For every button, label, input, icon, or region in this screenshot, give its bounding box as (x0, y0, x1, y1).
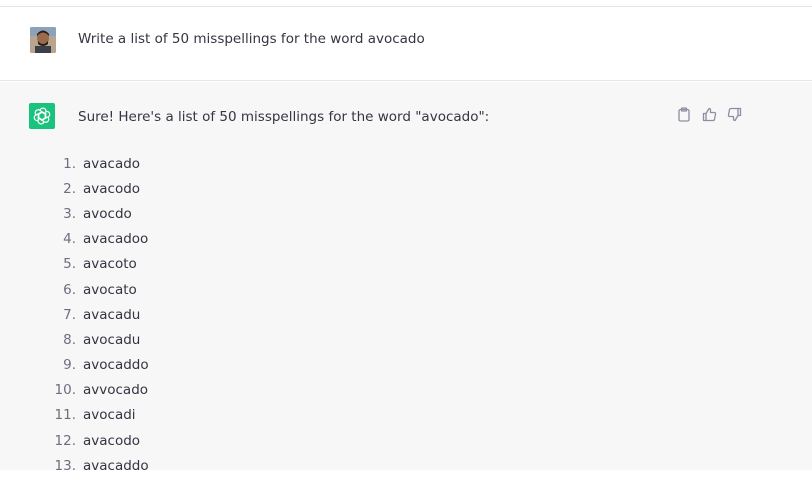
user-message: Write a list of 50 misspellings for the … (0, 8, 812, 81)
list-item-text: avacaddo (83, 457, 149, 474)
list-item: 9. avocaddo (50, 353, 149, 378)
user-avatar (30, 27, 56, 53)
list-item-number: 11. (54, 407, 76, 424)
assistant-message: Sure! Here's a list of 50 misspellings f… (0, 82, 812, 474)
list-item: 11. avocadi (50, 403, 149, 428)
list-item: 7. avacadu (50, 302, 149, 327)
clipboard-icon[interactable] (676, 106, 692, 122)
list-item-number: 4. (63, 231, 76, 248)
list-item-number: 1. (63, 155, 76, 172)
list-item-number: 9. (63, 357, 76, 374)
chatgpt-logo-icon (29, 103, 55, 129)
assistant-intro-text: Sure! Here's a list of 50 misspellings f… (78, 109, 490, 125)
list-item-text: avocato (83, 281, 137, 298)
list-item-number: 7. (63, 306, 76, 323)
list-item-text: avvocado (83, 382, 149, 399)
user-message-text: Write a list of 50 misspellings for the … (78, 31, 425, 47)
list-item-number: 3. (63, 205, 76, 222)
list-item-text: avacadu (83, 306, 141, 323)
list-item-text: avocadu (83, 331, 141, 348)
list-item-text: avacado (83, 155, 141, 172)
list-item: 2. avacodo (50, 176, 149, 201)
list-item-text: avacadoo (83, 231, 149, 248)
list-item-text: avacoto (83, 256, 137, 273)
list-item: 4. avacadoo (50, 227, 149, 252)
list-item: 3. avocdo (50, 201, 149, 226)
list-item-number: 6. (63, 281, 76, 298)
misspellings-list: 1. avacado 2. avacodo 3. avocdo 4. avacadoo … (50, 151, 149, 478)
thumbs-down-icon[interactable] (726, 106, 742, 122)
list-item-text: avacodo (83, 432, 141, 449)
list-item-text: avocdo (83, 205, 132, 222)
list-item-number: 10. (54, 382, 76, 399)
list-item: 1. avacado (50, 151, 149, 176)
list-item-number: 8. (63, 331, 76, 348)
list-item-number: 2. (63, 180, 76, 197)
list-item: 12. avacodo (50, 428, 149, 453)
thumbs-up-icon[interactable] (701, 106, 717, 122)
list-item: 8. avocadu (50, 327, 149, 352)
list-item-number: 13. (54, 457, 76, 474)
list-item-text: avocaddo (83, 357, 149, 374)
top-divider (0, 0, 812, 7)
list-item: 5. avacoto (50, 252, 149, 277)
list-item: 13. avacaddo (50, 453, 149, 478)
list-item: 6. avocato (50, 277, 149, 302)
list-item-text: avocadi (83, 407, 136, 424)
message-actions (676, 106, 742, 122)
list-item-number: 5. (63, 256, 76, 273)
list-item-number: 12. (54, 432, 76, 449)
list-item: 10. avvocado (50, 378, 149, 403)
list-item-text: avacodo (83, 180, 141, 197)
